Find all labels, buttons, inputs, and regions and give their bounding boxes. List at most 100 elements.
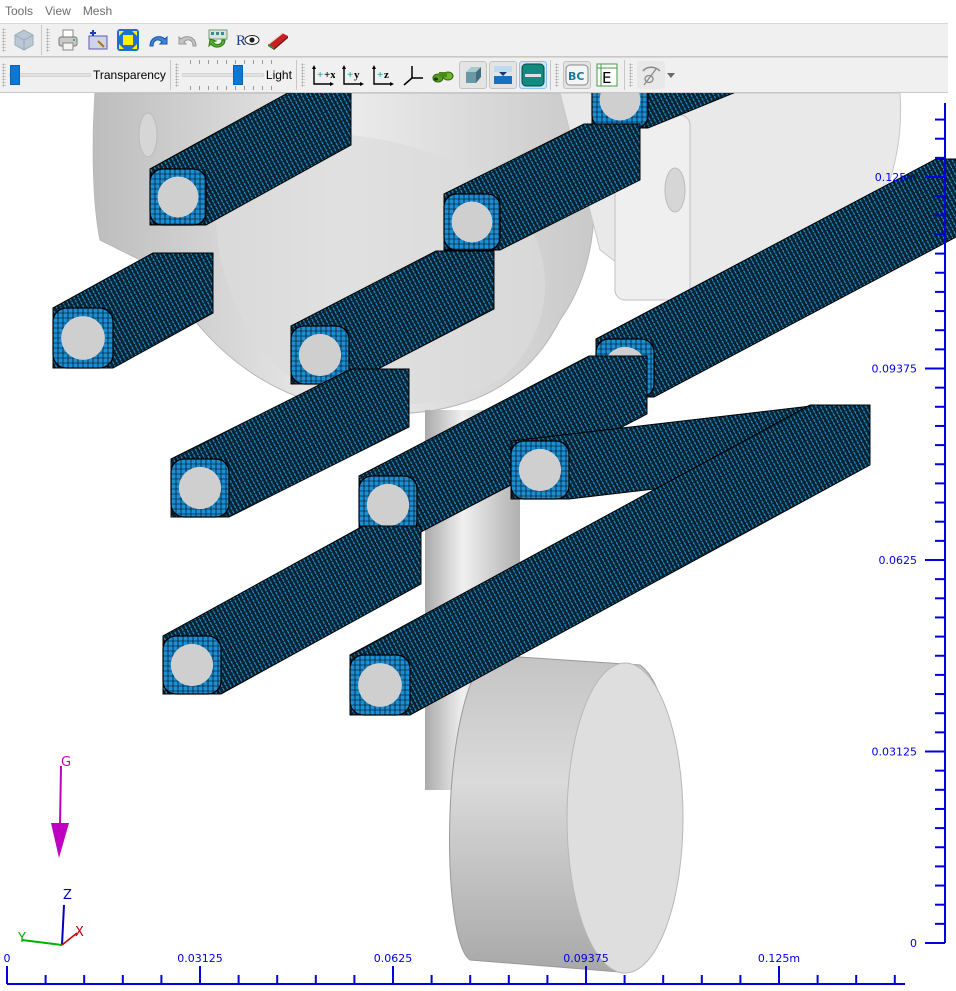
refresh-button[interactable]: [204, 26, 232, 54]
y-ruler-label: 0.0625: [879, 554, 918, 567]
gravity-arrow-head: [51, 823, 69, 858]
section-plane-button[interactable]: [488, 61, 517, 89]
undo-icon: [149, 35, 168, 47]
visibility-dropdown-button[interactable]: [636, 61, 665, 89]
svg-text:E: E: [602, 69, 611, 87]
transparency-slider-group: Transparency: [9, 58, 166, 92]
material-button[interactable]: [264, 26, 292, 54]
solid-shape-button[interactable]: [458, 61, 487, 89]
svg-text:BC: BC: [568, 70, 584, 83]
toolbar-grip[interactable]: [300, 63, 305, 87]
material-icon: [268, 33, 288, 50]
menu-bar: Tools View Mesh: [0, 0, 956, 23]
render-view-button[interactable]: R: [234, 26, 262, 54]
undo-button[interactable]: [144, 26, 172, 54]
x-ruler-label: 0.03125: [177, 952, 223, 965]
render-view-icon: R: [236, 33, 260, 49]
light-label: Light: [265, 68, 292, 82]
menu-view[interactable]: View: [39, 0, 77, 23]
svg-text:+: +: [347, 69, 353, 81]
transparency-slider-thumb[interactable]: [10, 65, 20, 85]
mesh-bar-core: [366, 483, 410, 527]
print-button[interactable]: [54, 26, 82, 54]
light-slider-ticks-bottom: [189, 86, 272, 90]
toolbar-grip[interactable]: [628, 63, 633, 87]
mesh-bar-core: [157, 176, 199, 218]
menu-tools[interactable]: Tools: [0, 0, 39, 23]
y-ruler-label: 0.09375: [872, 363, 918, 376]
view-plus-x-button[interactable]: + +x: [309, 61, 337, 89]
add-part-icon: [88, 30, 108, 50]
section-plane-icon: [493, 66, 512, 84]
toolbar-separator: [623, 60, 625, 90]
bc-button[interactable]: BC: [562, 61, 591, 89]
mesh-bar-core: [170, 643, 214, 687]
transparency-label: Transparency: [93, 68, 166, 82]
isometric-view-button[interactable]: [399, 61, 427, 89]
y-ruler-label: 0.125m: [875, 171, 917, 184]
svg-text:+: +: [317, 69, 323, 81]
casting-cylinder: [449, 654, 684, 974]
toolbar-grip[interactable]: [174, 63, 179, 87]
svg-text:+: +: [377, 69, 383, 81]
triad-z-axis: [61, 904, 65, 946]
fit-view-icon: [117, 29, 139, 51]
mesh-bar-core: [518, 448, 562, 492]
svg-text:R: R: [236, 33, 246, 49]
3d-viewport[interactable]: 0 0.03125 0.0625 0.09375 0.125m 0 0.03125 0.06…: [0, 93, 956, 991]
redo-icon: [178, 35, 197, 47]
light-slider-group: Light: [181, 58, 292, 92]
binoculars-button[interactable]: [429, 61, 457, 89]
toolbar-separator: [549, 60, 551, 90]
solid-shape-icon: [465, 67, 481, 83]
main-toolbar: R: [0, 23, 948, 57]
gravity-label: G: [61, 755, 71, 770]
redo-button[interactable]: [174, 26, 202, 54]
ruler-button[interactable]: [518, 61, 547, 89]
refresh-icon: [208, 29, 228, 48]
toolbar-grip[interactable]: [2, 28, 6, 52]
x-ruler-label: 0: [4, 952, 11, 965]
triad-z-label: Z: [63, 888, 72, 903]
y-ruler-label: 0.03125: [872, 746, 918, 759]
light-slider[interactable]: [181, 65, 264, 85]
menu-mesh[interactable]: Mesh: [77, 0, 118, 23]
mesh-view-icon: [14, 29, 34, 51]
toolbar-grip[interactable]: [554, 63, 559, 87]
coordinate-triad: Z Y X: [17, 888, 84, 946]
toolbar-grip[interactable]: [46, 28, 50, 52]
scene-canvas[interactable]: 0 0.03125 0.0625 0.09375 0.125m 0 0.03125 0.06…: [0, 93, 956, 991]
cae-application-window: Tools View Mesh R Transparency Light + +…: [0, 0, 956, 991]
triad-x-label: X: [75, 925, 84, 940]
view-plus-z-button[interactable]: + z: [369, 61, 397, 89]
triad-y-label: Y: [17, 931, 26, 946]
mesh-bar-core: [451, 201, 493, 243]
y-ruler-label: 0: [910, 937, 917, 950]
print-icon: [58, 29, 78, 51]
x-ruler-label: 0.0625: [374, 952, 413, 965]
view-toolbar: Transparency Light + +x + y + z BC E: [0, 57, 948, 93]
binoculars-icon: [432, 71, 454, 83]
spreadsheet-e-icon: E: [596, 63, 618, 87]
view-plus-x-icon: + +x: [311, 65, 335, 86]
fit-view-button[interactable]: [114, 26, 142, 54]
mesh-bar-core: [61, 316, 105, 360]
chevron-down-icon[interactable]: [666, 70, 676, 80]
add-part-button[interactable]: [84, 26, 112, 54]
toolbar-separator: [41, 25, 42, 55]
x-ruler-label: 0.09375: [563, 952, 609, 965]
ruler-icon: [521, 63, 545, 87]
toolbar-separator: [169, 60, 171, 90]
e-button[interactable]: E: [593, 61, 621, 89]
gravity-arrow-shaft: [59, 765, 62, 826]
mesh-view-button[interactable]: [10, 26, 38, 54]
view-plus-y-icon: + y: [341, 65, 364, 86]
svg-text:z: z: [384, 69, 389, 81]
transparency-slider[interactable]: [9, 65, 91, 85]
toolbar-grip[interactable]: [2, 63, 6, 87]
light-slider-thumb[interactable]: [233, 65, 244, 85]
toolbar-separator: [295, 60, 297, 90]
view-plus-y-button[interactable]: + y: [339, 61, 367, 89]
mesh-bar-core: [358, 663, 402, 707]
mesh-bar[interactable]: [52, 252, 214, 369]
